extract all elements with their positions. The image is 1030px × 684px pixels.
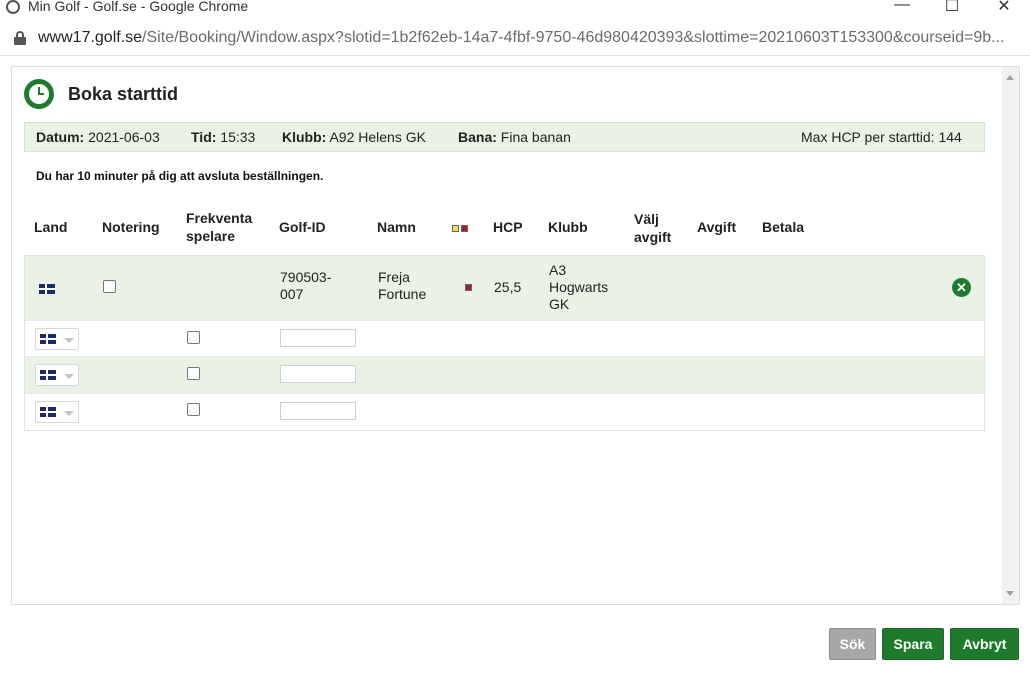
header-namn: Namn — [377, 219, 416, 235]
frekventa-checkbox[interactable] — [187, 331, 200, 344]
url-path: /Site/Booking/Window.aspx?slotid=1b2f62e… — [142, 29, 1005, 46]
info-course: Bana: Fina banan — [458, 129, 571, 145]
player-golf-id: 790503-007 — [280, 269, 332, 302]
max-hcp: Max HCP per starttid: 144 — [801, 129, 962, 145]
country-select[interactable] — [35, 364, 79, 386]
time-value: 15:33 — [220, 129, 256, 145]
minimize-button[interactable]: — — [892, 0, 912, 14]
search-button[interactable]: Sök — [829, 628, 876, 660]
chevron-down-icon — [64, 338, 74, 343]
page-heading: Boka starttid — [24, 79, 178, 109]
header-land: Land — [34, 219, 68, 235]
remove-player-icon[interactable]: ✕ — [952, 278, 971, 297]
golf-id-input[interactable] — [280, 402, 356, 420]
header-notering: Notering — [102, 219, 160, 235]
table-header: Land Notering Frekventa spelare Golf-ID … — [24, 205, 985, 255]
swedish-flag-icon — [40, 370, 56, 380]
url-host: www17.golf.se — [38, 29, 143, 46]
vertical-scrollbar[interactable] — [1002, 67, 1019, 604]
course-value: Fina banan — [500, 129, 571, 145]
swedish-flag-icon — [39, 284, 55, 294]
red-tee-icon — [461, 224, 468, 232]
club-value: A92 Helens GK — [329, 129, 426, 145]
player-hcp: 25,5 — [494, 279, 522, 295]
tee-color-icon — [452, 218, 470, 236]
lock-icon — [14, 31, 26, 45]
red-tee-icon — [465, 284, 472, 291]
info-date: Datum: 2021-06-03 — [36, 129, 160, 145]
time-label: Tid: — [191, 129, 217, 145]
close-window-button[interactable]: ✕ — [994, 0, 1014, 16]
golf-id-input[interactable] — [280, 365, 356, 383]
player-table: 790503-007 Freja Fortune 25,5 A3 Hogwart… — [24, 255, 985, 431]
player-club: A3 Hogwarts GK — [549, 262, 609, 312]
header-avgift: Avgift — [697, 219, 737, 235]
scroll-up-icon[interactable] — [1006, 75, 1014, 80]
address-bar[interactable]: www17.golf.se/Site/Booking/Window.aspx?s… — [0, 22, 1030, 56]
table-row — [25, 357, 984, 394]
table-row — [25, 394, 984, 430]
chrome-icon — [6, 0, 20, 14]
table-row: 790503-007 Freja Fortune 25,5 A3 Hogwart… — [25, 256, 984, 321]
header-klubb: Klubb — [548, 219, 588, 235]
swedish-flag-icon — [40, 334, 56, 344]
window-titlebar: Min Golf - Golf.se - Google Chrome — ☐ ✕ — [0, 0, 1030, 22]
date-label: Datum: — [36, 129, 85, 145]
clock-icon — [24, 79, 54, 109]
player-name: Freja Fortune — [378, 269, 427, 302]
url-text[interactable]: www17.golf.se/Site/Booking/Window.aspx?s… — [38, 29, 1004, 47]
chevron-down-icon — [64, 374, 74, 379]
page-title: Boka starttid — [68, 83, 179, 104]
date-value: 2021-06-03 — [88, 129, 160, 145]
window-title: Min Golf - Golf.se - Google Chrome — [28, 0, 249, 14]
frekventa-checkbox[interactable] — [187, 403, 200, 416]
booking-info-bar: Datum: 2021-06-03 Tid: 15:33 Klubb: A92 … — [24, 122, 985, 152]
course-label: Bana: — [458, 129, 497, 145]
scroll-down-icon[interactable] — [1006, 591, 1014, 596]
header-golfid: Golf-ID — [279, 219, 326, 235]
booking-window: Boka starttid Datum: 2021-06-03 Tid: 15:… — [11, 66, 1020, 605]
cancel-button[interactable]: Avbryt — [950, 628, 1019, 660]
table-row — [25, 321, 984, 357]
header-betala: Betala — [762, 219, 805, 235]
header-frekventa: Frekventa spelare — [186, 210, 253, 244]
info-time: Tid: 15:33 — [191, 129, 255, 145]
club-label: Klubb: — [282, 129, 327, 145]
frekventa-checkbox[interactable] — [187, 367, 200, 380]
header-valj-avgift: Välj avgift — [634, 211, 672, 245]
golf-id-input[interactable] — [280, 329, 356, 347]
country-select[interactable] — [35, 328, 79, 350]
notering-checkbox[interactable] — [103, 280, 116, 293]
save-button[interactable]: Spara — [882, 628, 944, 660]
yellow-tee-icon — [452, 224, 459, 232]
country-select[interactable] — [35, 401, 79, 423]
info-club: Klubb: A92 Helens GK — [282, 129, 426, 145]
maximize-button[interactable]: ☐ — [942, 0, 962, 16]
chevron-down-icon — [64, 411, 74, 416]
swedish-flag-icon — [40, 407, 56, 417]
time-limit-notice: Du har 10 minuter på dig att avsluta bes… — [36, 169, 324, 183]
header-hcp: HCP — [493, 219, 523, 235]
